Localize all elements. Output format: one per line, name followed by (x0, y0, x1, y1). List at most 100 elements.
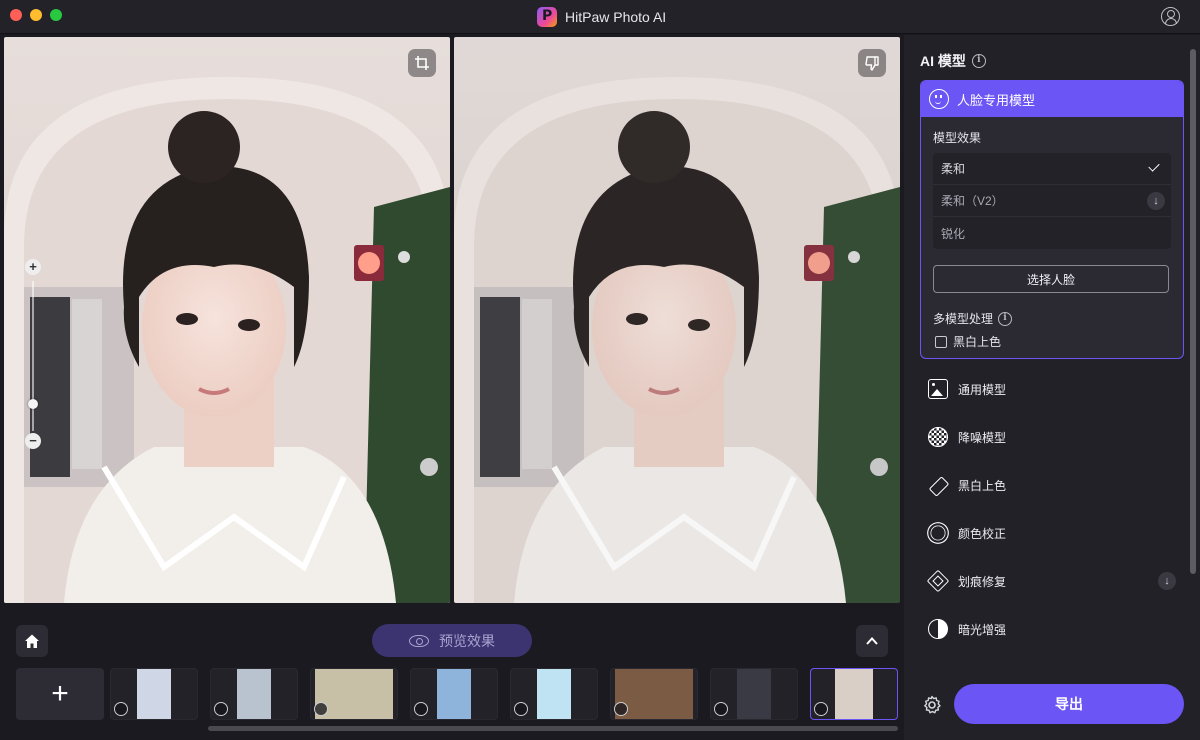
thumbnail-item-active[interactable] (810, 668, 898, 720)
model-colorize[interactable]: 黑白上色 (928, 473, 1006, 497)
model-denoise[interactable]: 降噪模型 (928, 425, 1006, 449)
preview-effect-button[interactable]: 预览效果 (372, 624, 532, 657)
thumbnail-item[interactable] (710, 668, 798, 720)
zoom-in-button[interactable]: + (25, 259, 41, 275)
thumbnail-image (137, 669, 171, 719)
multi-model-text: 多模型处理 (933, 312, 994, 326)
sun-icon (930, 525, 946, 541)
face-badge-icon (814, 702, 828, 716)
maximize-window-button[interactable] (50, 9, 62, 21)
thumbnail-item[interactable] (310, 668, 398, 720)
thumbnail-image (537, 669, 571, 719)
check-icon (1148, 160, 1160, 172)
settings-button[interactable] (922, 695, 942, 715)
app-title-text: HitPaw Photo AI (565, 9, 667, 25)
model-panel: AI 模型 i 人脸专用模型 模型效果 柔和 柔和（V2） ↓ 锐化 选择人脸 … (904, 35, 1200, 740)
thumbnail-item[interactable] (110, 668, 198, 720)
denoise-badge-icon (714, 702, 728, 716)
account-icon[interactable] (1161, 7, 1180, 26)
eye-icon (409, 634, 429, 647)
info-icon[interactable]: i (971, 54, 986, 68)
effect-option-label: 柔和 (941, 162, 966, 176)
download-icon[interactable]: ↓ (1158, 572, 1176, 590)
eraser-icon (514, 702, 528, 716)
eraser-icon (928, 475, 948, 495)
bw-colorize-checkbox[interactable]: 黑白上色 (935, 333, 1001, 350)
select-face-button[interactable]: 选择人脸 (933, 265, 1169, 293)
processed-image-pane (454, 37, 900, 603)
eraser-icon (414, 702, 428, 716)
checkbox-icon[interactable] (935, 335, 947, 348)
model-general[interactable]: 通用模型 (928, 377, 1006, 401)
home-button[interactable] (16, 625, 48, 657)
chevron-up-icon (866, 637, 878, 645)
face-model-header[interactable]: 人脸专用模型 (921, 81, 1183, 117)
eraser-icon (314, 702, 328, 716)
thumbnail-image (237, 669, 271, 719)
model-label: 颜色校正 (958, 526, 1007, 541)
thumbnail-image (835, 669, 873, 719)
add-image-button[interactable]: + (16, 668, 104, 720)
feedback-dislike-button[interactable] (858, 49, 886, 77)
zoom-out-button[interactable]: − (25, 433, 41, 449)
model-scratch-repair[interactable]: 划痕修复 (928, 569, 1006, 593)
model-color-correct[interactable]: 颜色校正 (928, 521, 1006, 545)
app-title: HitPaw Photo AI (537, 6, 666, 28)
face-icon (929, 89, 949, 109)
effect-option-soft[interactable]: 柔和 (933, 153, 1171, 185)
minimize-window-button[interactable] (30, 9, 42, 21)
half-circle-icon (928, 619, 948, 639)
thumbs-down-icon (865, 56, 879, 71)
face-model-card: 人脸专用模型 模型效果 柔和 柔和（V2） ↓ 锐化 选择人脸 多模型处理 i (920, 80, 1184, 359)
model-label: 通用模型 (958, 382, 1007, 397)
eraser-icon (614, 702, 628, 716)
app-window: HitPaw Photo AI (0, 0, 1200, 740)
bw-colorize-label: 黑白上色 (953, 335, 1002, 349)
thumbnail-image (737, 669, 771, 719)
image-icon (928, 379, 948, 399)
eraser-icon (114, 702, 128, 716)
eraser-icon (214, 702, 228, 716)
crop-icon (415, 56, 429, 70)
thumbnail-item[interactable] (510, 668, 598, 720)
model-label: 划痕修复 (958, 574, 1007, 589)
panel-heading: AI 模型 i (920, 51, 986, 71)
effect-options: 柔和 柔和（V2） ↓ 锐化 (933, 153, 1171, 249)
processed-photo (454, 37, 900, 603)
panel-scrollbar[interactable] (1190, 49, 1196, 574)
model-effect-label: 模型效果 (933, 131, 982, 145)
zoom-thumb[interactable] (28, 399, 38, 409)
thumbnail-item[interactable] (210, 668, 298, 720)
panel-heading-text: AI 模型 (920, 53, 966, 69)
effect-option-sharpen[interactable]: 锐化 (933, 217, 1171, 249)
close-window-button[interactable] (10, 9, 22, 21)
image-strip: + (16, 668, 898, 720)
effect-option-label: 锐化 (941, 226, 966, 241)
title-bar: HitPaw Photo AI (0, 0, 1200, 34)
download-icon[interactable]: ↓ (1147, 192, 1165, 210)
home-icon (25, 634, 39, 648)
face-model-title: 人脸专用模型 (957, 92, 1036, 108)
denoise-icon (928, 427, 948, 447)
thumbnail-item[interactable] (410, 668, 498, 720)
original-image-pane: + − (4, 37, 450, 603)
strip-scrollbar[interactable] (208, 726, 898, 731)
preview-effect-label: 预览效果 (439, 632, 495, 649)
crop-button[interactable] (408, 49, 436, 77)
bottom-bar: 预览效果 + (0, 606, 904, 740)
model-low-light[interactable]: 暗光增强 (928, 617, 1006, 641)
model-label: 暗光增强 (958, 622, 1007, 637)
model-label: 黑白上色 (958, 478, 1007, 493)
thumbnail-image (437, 669, 471, 719)
model-label: 降噪模型 (958, 430, 1007, 445)
zoom-slider[interactable]: + − (22, 259, 44, 449)
export-button[interactable]: 导出 (954, 684, 1184, 724)
info-icon[interactable]: i (998, 311, 1013, 326)
thumbnail-item[interactable] (610, 668, 698, 720)
effect-option-label: 柔和（V2） (941, 194, 1004, 208)
app-logo-icon (537, 7, 557, 27)
original-photo (4, 37, 450, 603)
effect-option-soft-v2[interactable]: 柔和（V2） ↓ (933, 185, 1171, 217)
multi-model-label: 多模型处理 i (933, 310, 1013, 327)
collapse-strip-button[interactable] (856, 625, 888, 657)
